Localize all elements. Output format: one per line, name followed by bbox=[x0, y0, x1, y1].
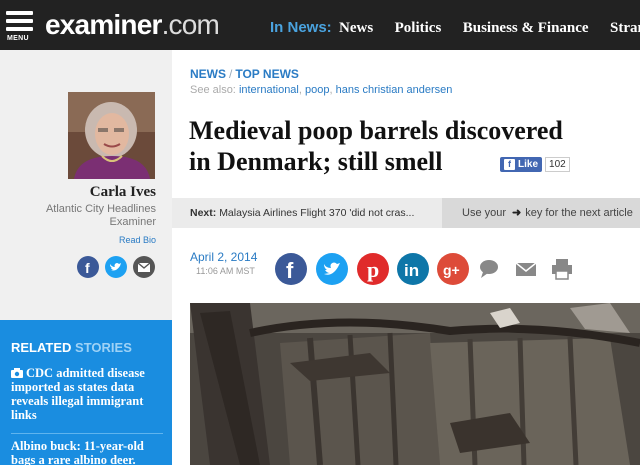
like-count: 102 bbox=[545, 156, 570, 172]
email-icon bbox=[137, 262, 151, 272]
svg-text:in: in bbox=[404, 261, 419, 280]
barrel-excavation-image bbox=[190, 303, 640, 465]
linkedin-icon: in bbox=[404, 261, 419, 280]
email-share-button[interactable] bbox=[515, 258, 537, 280]
related-divider bbox=[11, 433, 163, 434]
see-also-label: See also: bbox=[190, 84, 236, 96]
logo-main-text: examiner bbox=[45, 9, 162, 40]
share-linkedin-button[interactable]: in bbox=[397, 253, 429, 285]
share-twitter-button[interactable] bbox=[316, 253, 348, 285]
author-portrait-image bbox=[68, 92, 155, 179]
share-googleplus-button[interactable]: g+ bbox=[437, 253, 469, 285]
svg-text:f: f bbox=[85, 260, 90, 276]
top-navigation-bar: MENU examiner.com In News: News Politics… bbox=[0, 0, 640, 50]
headline-line-2: in Denmark; still smell bbox=[189, 147, 443, 176]
keyboard-hint-box: Use your ➜ key for the next article bbox=[442, 198, 640, 228]
related-story-1-text: CDC admitted disease imported as states … bbox=[11, 366, 145, 422]
comment-button[interactable] bbox=[478, 258, 500, 280]
next-article-link[interactable]: Next: Malaysia Airlines Flight 370 'did … bbox=[190, 207, 414, 219]
print-button[interactable] bbox=[551, 258, 573, 280]
top-nav: News Politics Business & Finance Stran bbox=[339, 19, 640, 37]
print-icon bbox=[552, 259, 572, 280]
related-story-2[interactable]: Albino buck: 11-year-old bags a rare alb… bbox=[11, 439, 166, 465]
nav-item-politics[interactable]: Politics bbox=[395, 20, 442, 36]
headline-line-1: Medieval poop barrels discovered bbox=[189, 116, 563, 145]
kbd-hint-pre: Use your bbox=[462, 207, 507, 219]
logo-suffix-text: .com bbox=[161, 9, 220, 40]
page: MENU examiner.com In News: News Politics… bbox=[0, 0, 640, 465]
related-story-1[interactable]: CDC admitted disease imported as states … bbox=[11, 366, 166, 422]
share-pinterest-button[interactable]: p bbox=[357, 253, 389, 285]
twitter-icon bbox=[324, 262, 340, 275]
next-article-title: Malaysia Airlines Flight 370 'did not cr… bbox=[219, 207, 415, 219]
facebook-icon: f bbox=[286, 258, 294, 283]
nav-item-strange[interactable]: Stran bbox=[610, 20, 640, 36]
hamburger-icon-bar bbox=[6, 27, 33, 31]
pinterest-icon: p bbox=[367, 257, 379, 282]
twitter-icon bbox=[110, 263, 121, 271]
right-arrow-icon: ➜ bbox=[512, 207, 522, 219]
facebook-icon: f bbox=[504, 158, 515, 170]
related-story-2-text: Albino buck: 11-year-old bags a rare alb… bbox=[11, 439, 144, 465]
email-icon bbox=[515, 262, 537, 276]
svg-text:f: f bbox=[286, 258, 294, 283]
next-article-bar: Next: Malaysia Airlines Flight 370 'did … bbox=[172, 198, 640, 228]
camera-icon bbox=[11, 368, 23, 378]
read-bio-link[interactable]: Read Bio bbox=[119, 235, 156, 245]
see-also-poop[interactable]: poop bbox=[305, 84, 329, 96]
author-name[interactable]: Carla Ives bbox=[90, 184, 156, 201]
breadcrumb-news[interactable]: NEWS bbox=[190, 67, 226, 81]
related-stories-heading: RELATED STORIES bbox=[11, 340, 132, 355]
see-also: See also: international, poop, hans chri… bbox=[190, 84, 452, 96]
menu-label: MENU bbox=[7, 35, 29, 42]
publish-time: 11:06 AM MST bbox=[196, 266, 255, 276]
see-also-hans-christian-andersen[interactable]: hans christian andersen bbox=[336, 84, 453, 96]
related-title-rest: STORIES bbox=[71, 340, 132, 355]
author-role: Atlantic City Headlines Examiner bbox=[45, 203, 156, 228]
svg-text:p: p bbox=[367, 257, 379, 282]
in-news-label: In News: bbox=[270, 19, 332, 36]
breadcrumb-separator: / bbox=[229, 67, 233, 81]
like-label: Like bbox=[518, 158, 539, 170]
facebook-like-button[interactable]: f Like bbox=[500, 156, 543, 172]
facebook-icon: f bbox=[85, 260, 90, 276]
svg-text:g+: g+ bbox=[443, 262, 460, 278]
nav-item-news[interactable]: News bbox=[339, 20, 373, 36]
breadcrumb: NEWS / TOP NEWS bbox=[190, 67, 299, 81]
author-avatar[interactable] bbox=[68, 92, 155, 179]
keyboard-hint: Use your ➜ key for the next article bbox=[462, 206, 633, 219]
author-facebook-button[interactable]: f bbox=[77, 256, 99, 278]
related-title-strong: RELATED bbox=[11, 340, 72, 355]
share-facebook-button[interactable]: f bbox=[275, 253, 307, 285]
kbd-hint-post: key for the next article bbox=[525, 207, 633, 219]
site-logo[interactable]: examiner.com bbox=[45, 9, 220, 41]
nav-item-business-finance[interactable]: Business & Finance bbox=[463, 20, 589, 36]
article-headline: Medieval poop barrels discovered in Denm… bbox=[189, 115, 639, 177]
comment-icon bbox=[480, 260, 498, 278]
next-label: Next: bbox=[190, 207, 217, 219]
see-also-international[interactable]: international bbox=[239, 84, 299, 96]
author-email-button[interactable] bbox=[133, 256, 155, 278]
breadcrumb-top-news[interactable]: TOP NEWS bbox=[235, 67, 299, 81]
hamburger-icon bbox=[6, 11, 33, 15]
author-twitter-button[interactable] bbox=[105, 256, 127, 278]
menu-button[interactable]: MENU bbox=[6, 11, 36, 45]
article-photo[interactable] bbox=[190, 303, 640, 465]
hamburger-icon-bar bbox=[6, 19, 33, 23]
googleplus-icon: g+ bbox=[443, 262, 460, 278]
facebook-like-widget[interactable]: f Like 102 bbox=[500, 156, 570, 172]
author-sidebar: Carla Ives Atlantic City Headlines Exami… bbox=[0, 50, 172, 320]
publish-date: April 2, 2014 bbox=[190, 250, 258, 264]
